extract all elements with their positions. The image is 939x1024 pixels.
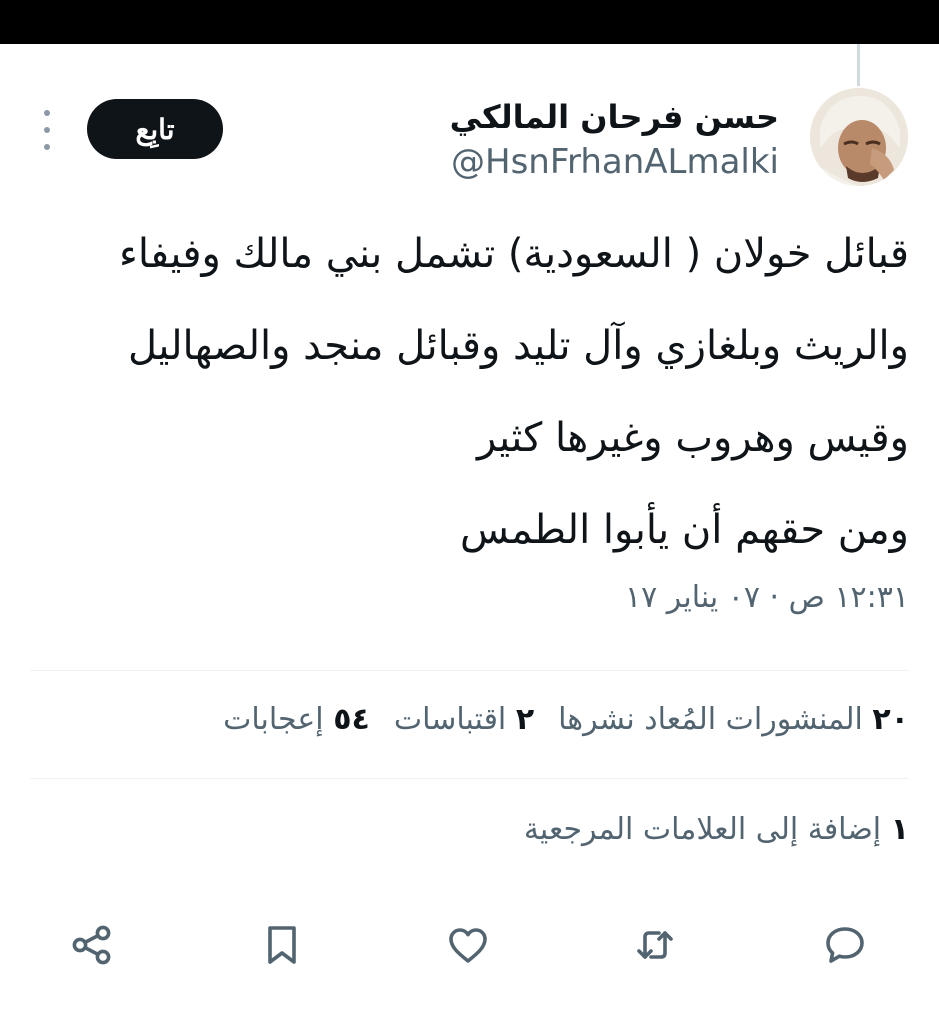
- status-bar: [0, 0, 939, 44]
- likes-count: ٥٤: [333, 702, 370, 737]
- action-bar: [0, 915, 939, 979]
- tweet-header: حسن فرحان المالكي @HsnFrhanALmalki تابِع: [0, 86, 939, 196]
- tweet-line: والريث وبلغازي وآل تليد وقبائل منجد والص…: [127, 323, 909, 369]
- like-icon[interactable]: [438, 915, 498, 975]
- tweet-line: وقيس وهروب وغيرها كثير: [476, 415, 909, 461]
- bookmarks-stat[interactable]: ١ إضافة إلى العلامات المرجعية: [524, 812, 909, 847]
- tweet-text: قبائل خولان ( السعودية) تشمل بني مالك وف…: [49, 208, 909, 576]
- share-icon[interactable]: [62, 915, 122, 975]
- bookmark-icon[interactable]: [252, 915, 312, 975]
- quotes-stat[interactable]: ٢ اقتباسات: [394, 702, 534, 737]
- avatar-image: [810, 88, 908, 186]
- tweet-line: قبائل خولان ( السعودية) تشمل بني مالك وف…: [119, 231, 909, 277]
- divider: [30, 778, 909, 779]
- engagement-stats: ٢٠ المنشورات المُعاد نشرها ٢ اقتباسات ٥٤…: [223, 702, 909, 737]
- bookmarks-count: ١: [890, 812, 909, 847]
- quotes-count: ٢: [515, 702, 535, 737]
- likes-stat[interactable]: ٥٤ إعجابات: [223, 702, 370, 737]
- avatar[interactable]: [810, 88, 908, 186]
- divider: [30, 670, 909, 671]
- quotes-label: اقتباسات: [393, 702, 507, 737]
- tweet-timestamp[interactable]: ١٢:٣١ ص · ٠٧ يناير ١٧: [625, 580, 909, 615]
- reposts-count: ٢٠: [872, 702, 909, 737]
- reposts-label: المنشورات المُعاد نشرها: [558, 702, 863, 737]
- likes-label: إعجابات: [223, 702, 324, 737]
- author-display-name[interactable]: حسن فرحان المالكي: [450, 98, 779, 136]
- more-options-icon[interactable]: [36, 110, 58, 150]
- follow-button[interactable]: تابِع: [87, 99, 223, 159]
- tweet-line: ومن حقهم أن يأبوا الطمس: [459, 507, 909, 553]
- thread-connector: [857, 44, 860, 86]
- reposts-stat[interactable]: ٢٠ المنشورات المُعاد نشرها: [558, 702, 909, 737]
- bookmarks-label: إضافة إلى العلامات المرجعية: [523, 812, 882, 847]
- author-handle[interactable]: @HsnFrhanALmalki: [451, 142, 779, 182]
- reply-icon[interactable]: [815, 915, 875, 975]
- repost-icon[interactable]: [625, 915, 685, 975]
